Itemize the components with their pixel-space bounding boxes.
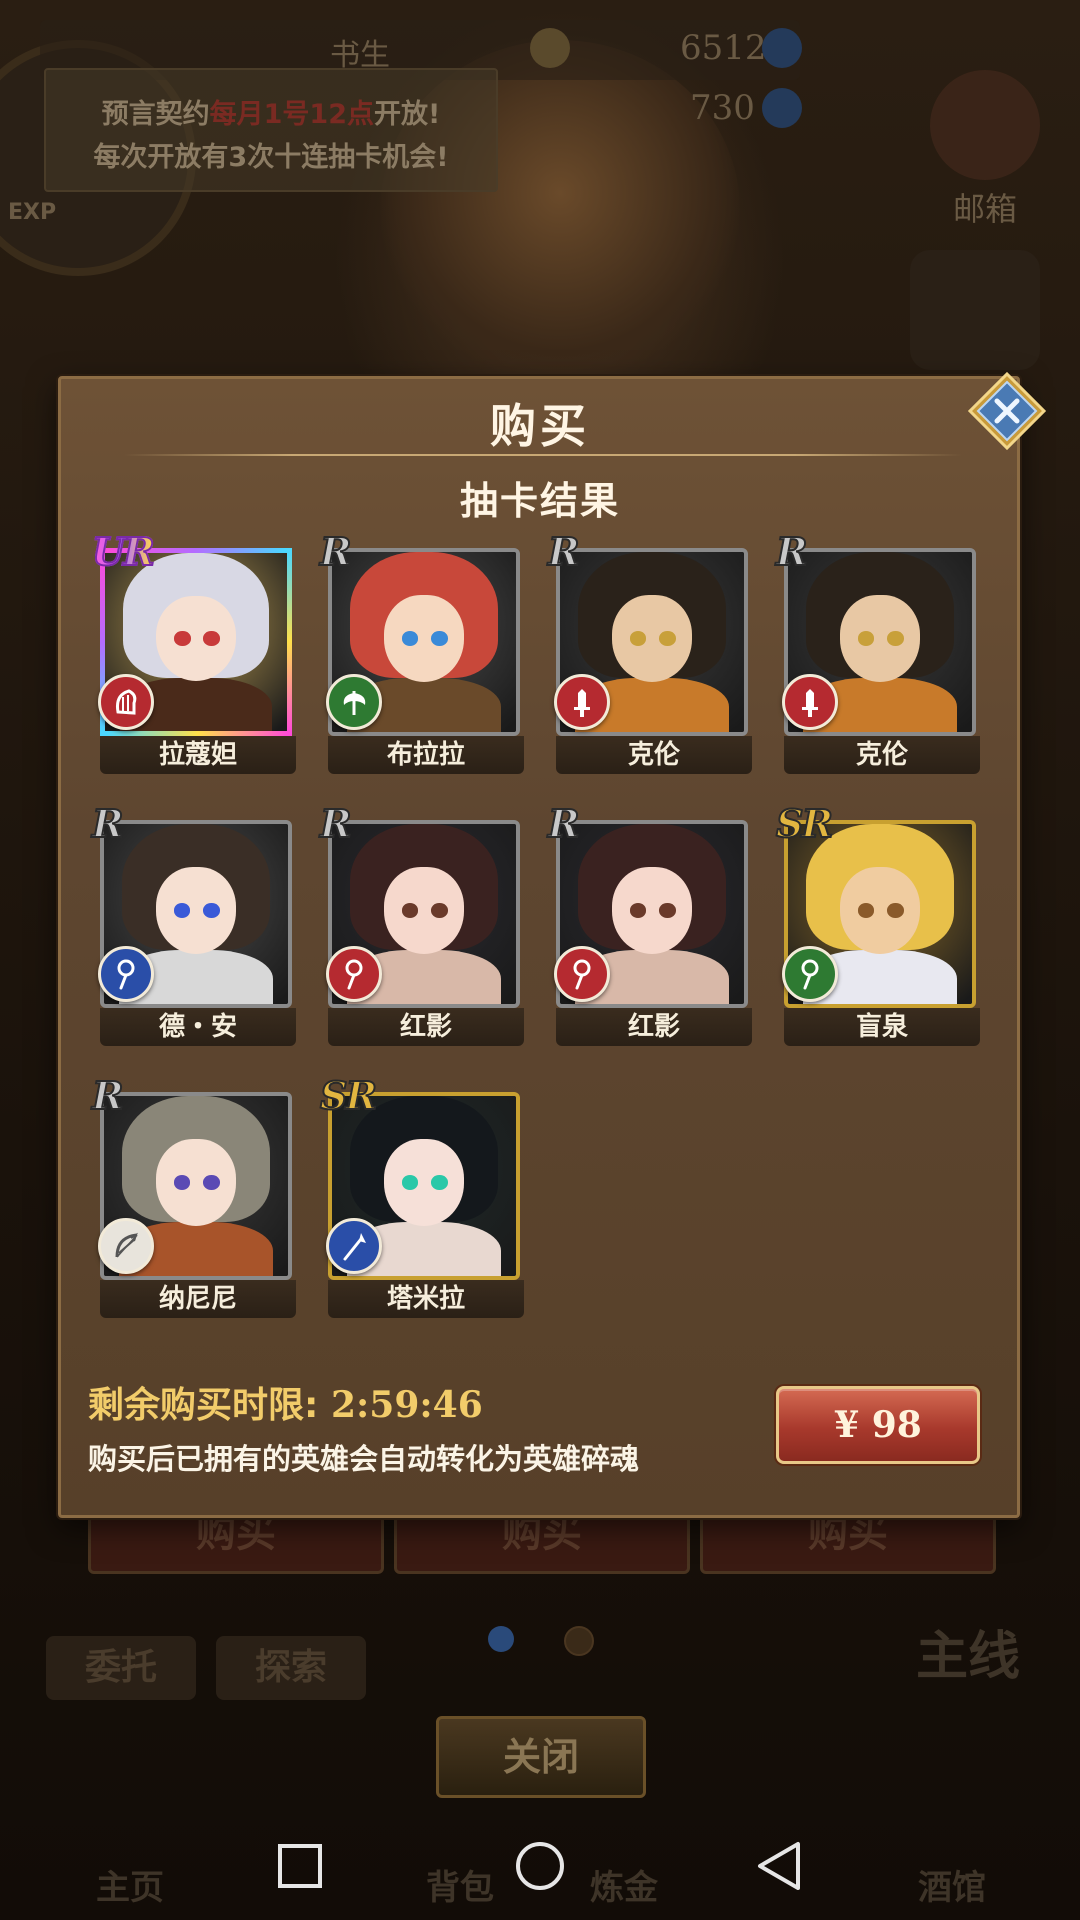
explore-button: 探索 xyxy=(216,1636,366,1700)
add-gem-icon xyxy=(762,88,802,128)
close-button[interactable]: 关闭 xyxy=(436,1716,646,1798)
timer-label: 剩余购买时限: xyxy=(88,1385,319,1426)
conversion-note: 购买后已拥有的英雄会自动转化为英雄碎魂 xyxy=(88,1442,640,1476)
sword-icon xyxy=(554,674,610,730)
recent-apps-icon[interactable] xyxy=(268,1834,332,1898)
staff-icon xyxy=(554,946,610,1002)
event-notice: 预言契约每月1号12点开放! 每次开放有3次十连抽卡机会! xyxy=(44,68,498,192)
home-icon[interactable] xyxy=(508,1834,572,1898)
dialog-close-button[interactable] xyxy=(967,371,1047,451)
rarity-badge: R xyxy=(319,801,353,846)
hero-name: 纳尼尼 xyxy=(100,1280,296,1318)
shop-icon xyxy=(910,250,1040,370)
hero-card[interactable]: UR 拉蔻妲 xyxy=(91,531,298,774)
hero-name: 红影 xyxy=(328,1008,524,1046)
hero-name: 塔米拉 xyxy=(328,1280,524,1318)
hero-card[interactable]: R 纳尼尼 xyxy=(91,1075,298,1318)
timer-value: 2:59:46 xyxy=(330,1384,483,1426)
dialog-title: 购买 xyxy=(490,399,590,453)
hero-card[interactable]: R 克伦 xyxy=(775,531,982,774)
rarity-badge: R xyxy=(91,801,125,846)
rarity-badge: R xyxy=(91,1073,125,1118)
hero-name: 红影 xyxy=(556,1008,752,1046)
sword-icon xyxy=(782,674,838,730)
staff-icon xyxy=(326,946,382,1002)
hero-card[interactable]: SR 盲泉 xyxy=(775,803,982,1046)
hero-name: 德・安 xyxy=(100,1008,296,1046)
notice-line-1: 预言契约每月1号12点开放! xyxy=(101,99,441,130)
exp-label: EXP xyxy=(8,200,57,225)
title-divider xyxy=(124,454,962,456)
rarity-badge: SR xyxy=(319,1073,378,1118)
page-indicator-dot xyxy=(488,1626,514,1652)
hero-name: 布拉拉 xyxy=(328,736,524,774)
back-icon[interactable] xyxy=(748,1834,812,1898)
mail-label: 邮箱 xyxy=(952,190,1017,228)
spear-icon xyxy=(326,1218,382,1274)
hero-card[interactable]: R 布拉拉 xyxy=(319,531,526,774)
mail-icon xyxy=(930,70,1040,180)
commission-button: 委托 xyxy=(46,1636,196,1700)
android-nav-bar xyxy=(0,1814,1080,1920)
hero-name: 盲泉 xyxy=(784,1008,980,1046)
hero-card[interactable]: R 德・安 xyxy=(91,803,298,1046)
notice-line-2: 每次开放有3次十连抽卡机会! xyxy=(93,142,449,173)
main-story-label: 主线 xyxy=(916,1627,1021,1687)
rarity-badge: R xyxy=(547,801,581,846)
page-indicator-dot xyxy=(564,1626,594,1656)
rarity-badge: R xyxy=(319,529,353,574)
hero-card[interactable]: R 红影 xyxy=(547,803,754,1046)
staff-icon xyxy=(782,946,838,1002)
hero-card[interactable]: R 克伦 xyxy=(547,531,754,774)
axe-icon xyxy=(326,674,382,730)
rarity-badge: R xyxy=(775,529,809,574)
mail-button: 邮箱 xyxy=(920,70,1050,228)
bow-icon xyxy=(98,1218,154,1274)
close-icon xyxy=(967,371,1047,451)
rarity-badge: R xyxy=(547,529,581,574)
buy-price-button[interactable]: ¥ 98 xyxy=(776,1386,980,1464)
purchase-timer: 剩余购买时限: 2:59:46 xyxy=(88,1376,483,1428)
staff-icon xyxy=(98,946,154,1002)
harp-icon xyxy=(98,674,154,730)
coin-icon xyxy=(530,28,570,68)
rarity-badge: UR xyxy=(91,529,156,574)
draw-result-title: 抽卡结果 xyxy=(459,479,620,523)
gem-amount: 730 xyxy=(690,88,755,128)
hero-card[interactable]: R 红影 xyxy=(319,803,526,1046)
hero-name: 拉蔻妲 xyxy=(100,736,296,774)
notice-highlight: 每月1号12点 xyxy=(209,99,375,130)
hero-card[interactable]: SR 塔米拉 xyxy=(319,1075,526,1318)
hero-name: 克伦 xyxy=(556,736,752,774)
add-gold-icon xyxy=(762,28,802,68)
rarity-badge: SR xyxy=(775,801,834,846)
hero-name: 克伦 xyxy=(784,736,980,774)
